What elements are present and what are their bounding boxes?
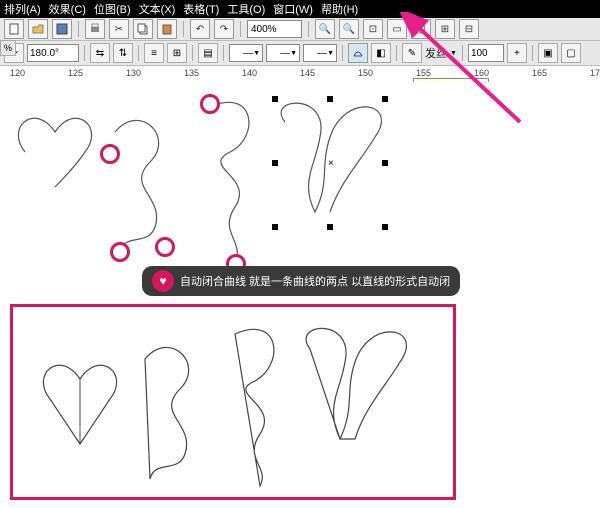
percent-panel: % — [0, 40, 16, 56]
menu-effect[interactable]: 效果(C) — [49, 1, 86, 17]
distribute-icon[interactable]: ⊞ — [167, 43, 187, 63]
selection-center-icon: × — [328, 158, 334, 169]
close-curve-button[interactable] — [348, 43, 368, 63]
zoom-fit-icon[interactable]: ⊡ — [363, 19, 383, 39]
endpoint-marker — [155, 237, 175, 257]
help-text: 自动闭合曲线 就是一条曲线的两点 以直线的形式自动闭 — [180, 273, 450, 289]
copy-icon[interactable] — [133, 19, 153, 39]
to-back-icon[interactable]: ▢ — [561, 43, 581, 63]
wrap-icon[interactable]: ◧ — [371, 43, 391, 63]
endpoint-marker — [100, 144, 120, 164]
paste-icon[interactable] — [157, 19, 177, 39]
open-icon[interactable] — [28, 19, 48, 39]
mirror-v-icon[interactable]: ⇅ — [113, 43, 133, 63]
annotation-arrow — [400, 12, 550, 132]
redo-icon[interactable]: ↷ — [214, 19, 234, 39]
cut-icon[interactable]: ✂ — [109, 19, 129, 39]
angle-value: 180.0 — [30, 48, 55, 59]
heart-icon: ♥ — [152, 270, 174, 292]
align-icon[interactable]: ≡ — [144, 43, 164, 63]
menu-bitmap[interactable]: 位图(B) — [94, 1, 131, 17]
line-start-dropdown[interactable]: —▼ — [229, 44, 263, 62]
undo-icon[interactable]: ↶ — [190, 19, 210, 39]
zoom-value: 400% — [251, 24, 277, 35]
menu-tool[interactable]: 工具(O) — [227, 1, 265, 17]
menu-text[interactable]: 文本(X) — [139, 1, 176, 17]
zoom-in-icon[interactable]: 🔍 — [315, 19, 335, 39]
menu-window[interactable]: 窗口(W) — [273, 1, 313, 17]
save-icon[interactable] — [52, 19, 72, 39]
endpoint-marker — [110, 242, 130, 262]
menu-help[interactable]: 帮助(H) — [321, 1, 358, 17]
new-icon[interactable] — [4, 19, 24, 39]
endpoint-marker — [200, 94, 220, 114]
canvas[interactable]: × ♥ 自动闭合曲线 就是一条曲线的两点 以直线的形式自动闭 — [0, 82, 600, 508]
help-callout: ♥ 自动闭合曲线 就是一条曲线的两点 以直线的形式自动闭 — [142, 266, 460, 296]
closed-curves — [10, 304, 470, 504]
zoom-input[interactable]: 400% — [247, 20, 302, 38]
order-icon[interactable]: ▤ — [198, 43, 218, 63]
menu-arrange[interactable]: 排列(A) — [4, 1, 41, 17]
print-icon[interactable] — [85, 19, 105, 39]
menu-table[interactable]: 表格(T) — [183, 1, 219, 17]
line-style-dropdown[interactable]: —▼ — [266, 44, 300, 62]
line-end-dropdown[interactable]: —▼ — [303, 44, 337, 62]
mirror-h-icon[interactable]: ⇆ — [90, 43, 110, 63]
angle-input[interactable]: 180.0 ° — [27, 44, 79, 62]
zoom-out-icon[interactable]: 🔍 — [339, 19, 359, 39]
